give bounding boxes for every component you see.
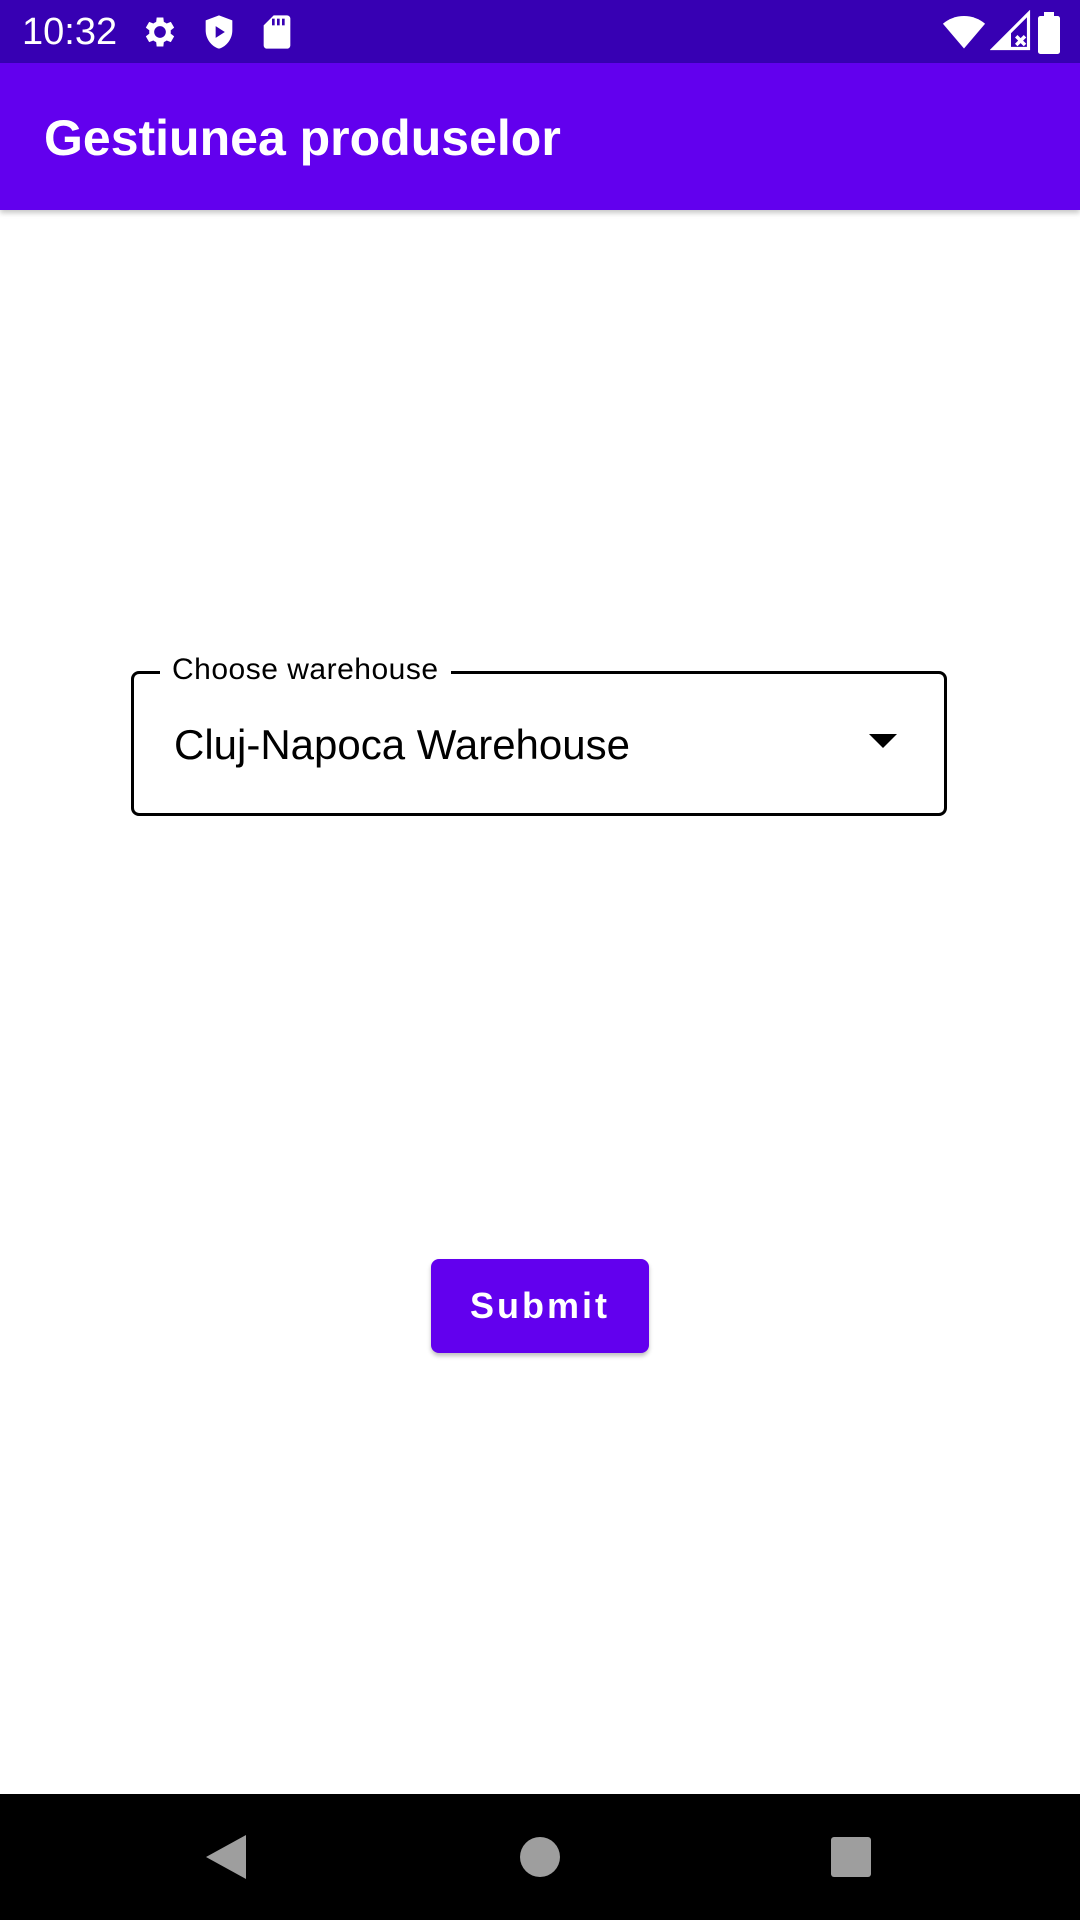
signal-icon [989, 9, 1032, 52]
caret-down-icon[interactable] [868, 731, 898, 751]
wifi-icon [942, 10, 986, 54]
back-icon[interactable] [196, 1827, 256, 1887]
gear-icon [140, 12, 180, 52]
status-bar: 10:32 [0, 0, 1080, 63]
warehouse-dropdown[interactable]: Choose warehouse Cluj-Napoca Warehouse [131, 650, 947, 816]
recents-icon[interactable] [821, 1827, 881, 1887]
app-bar: Gestiunea produselor [0, 63, 1080, 210]
dropdown-label: Choose warehouse [160, 650, 451, 690]
sd-card-icon [257, 12, 297, 52]
page-title: Gestiunea produselor [44, 110, 561, 166]
home-icon[interactable] [510, 1827, 570, 1887]
shield-icon [199, 12, 239, 52]
submit-button[interactable]: Submit [431, 1259, 649, 1353]
navigation-bar [0, 1794, 1080, 1920]
status-time: 10:32 [22, 11, 118, 53]
dropdown-selected-value: Cluj-Napoca Warehouse [174, 721, 630, 768]
battery-icon [1036, 12, 1062, 54]
